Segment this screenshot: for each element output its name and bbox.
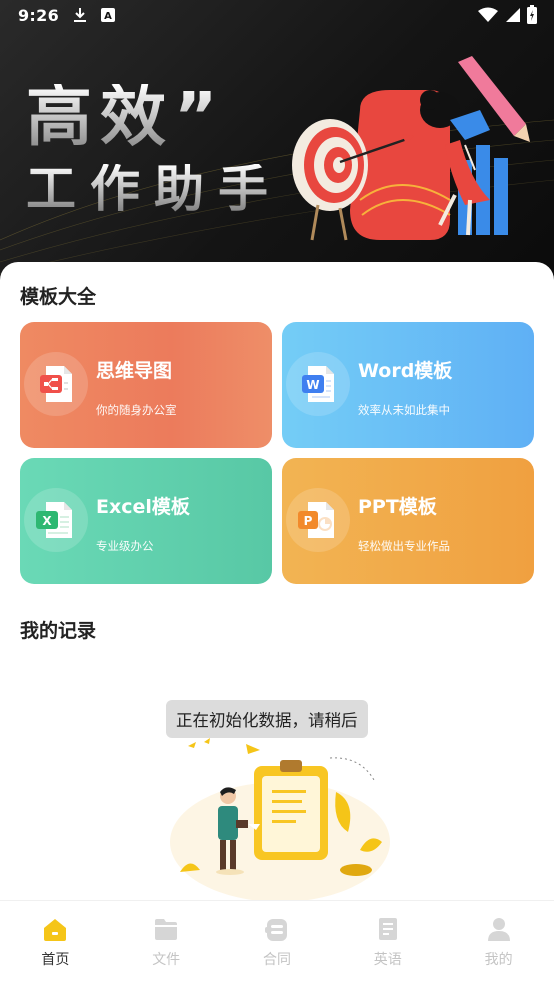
profile-icon <box>487 918 510 941</box>
excel-file-icon: X <box>36 502 72 538</box>
banner-target-illustration <box>292 56 530 241</box>
svg-text:A: A <box>104 11 112 22</box>
word-file-icon: W <box>302 366 334 402</box>
app-screen: 9:26 A 高效” 工作助手 模板大全 思维导图 你的随身办公室 W Word… <box>0 0 554 984</box>
loading-toast: 正在初始化数据，请稍后 <box>166 700 368 738</box>
empty-records-illustration <box>170 738 390 900</box>
ppt-card-title: PPT模板 <box>358 496 437 518</box>
svg-text:W: W <box>306 378 319 392</box>
ppt-template-card[interactable]: P PPT模板 轻松做出专业作品 <box>282 458 534 584</box>
status-bar: 9:26 A <box>0 0 554 30</box>
bottom-navigation: 首页 文件 合同 英语 我的 <box>0 900 554 984</box>
nav-home-label: 首页 <box>41 952 70 968</box>
nav-files-label: 文件 <box>152 952 181 968</box>
mindmap-file-icon <box>40 366 72 402</box>
ppt-icon-badge: P <box>286 488 350 552</box>
battery-icon <box>527 5 537 24</box>
home-icon <box>44 919 67 941</box>
nav-home[interactable]: 首页 <box>0 901 111 984</box>
word-card-subtitle: 效率从未如此集中 <box>358 403 450 417</box>
nav-contract[interactable]: 合同 <box>222 901 333 984</box>
download-icon <box>74 8 86 22</box>
records-section-title: 我的记录 <box>20 620 97 642</box>
nav-contract-label: 合同 <box>262 952 291 968</box>
mindmap-icon-badge <box>24 352 88 416</box>
mindmap-card-subtitle: 你的随身办公室 <box>96 403 177 417</box>
status-time: 9:26 <box>18 5 59 25</box>
banner-title-line1: 高效” <box>26 84 286 150</box>
templates-section-title: 模板大全 <box>20 286 97 308</box>
ppt-card-subtitle: 轻松做出专业作品 <box>358 539 450 553</box>
book-icon <box>378 918 397 940</box>
svg-text:X: X <box>42 514 52 528</box>
nav-mine[interactable]: 我的 <box>443 901 554 984</box>
notification-a-icon: A <box>101 8 115 22</box>
ppt-file-icon: P <box>298 502 334 538</box>
signal-icon <box>506 8 520 22</box>
mindmap-template-card[interactable]: 思维导图 你的随身办公室 <box>20 322 272 448</box>
svg-text:P: P <box>304 514 313 528</box>
word-template-card[interactable]: W Word模板 效率从未如此集中 <box>282 322 534 448</box>
excel-card-title: Excel模板 <box>96 496 190 518</box>
nav-mine-label: 我的 <box>484 952 513 968</box>
excel-card-subtitle: 专业级办公 <box>96 539 154 553</box>
hero-banner[interactable]: 9:26 A 高效” 工作助手 <box>0 0 554 290</box>
excel-icon-badge: X <box>24 488 88 552</box>
folder-icon <box>155 919 178 940</box>
word-card-title: Word模板 <box>358 360 453 382</box>
banner-title-line2: 工作助手 <box>26 164 286 214</box>
excel-template-card[interactable]: X Excel模板 专业级办公 <box>20 458 272 584</box>
nav-files[interactable]: 文件 <box>111 901 222 984</box>
contract-icon <box>264 919 287 941</box>
banner-title: 高效” 工作助手 <box>26 84 286 215</box>
wifi-icon <box>478 7 498 22</box>
nav-english[interactable]: 英语 <box>332 901 443 984</box>
mindmap-card-title: 思维导图 <box>96 360 173 382</box>
word-icon-badge: W <box>286 352 350 416</box>
nav-english-label: 英语 <box>373 952 402 968</box>
content-sheet: 模板大全 思维导图 你的随身办公室 W Word模板 效率从未如此集中 X Ex… <box>0 262 554 902</box>
